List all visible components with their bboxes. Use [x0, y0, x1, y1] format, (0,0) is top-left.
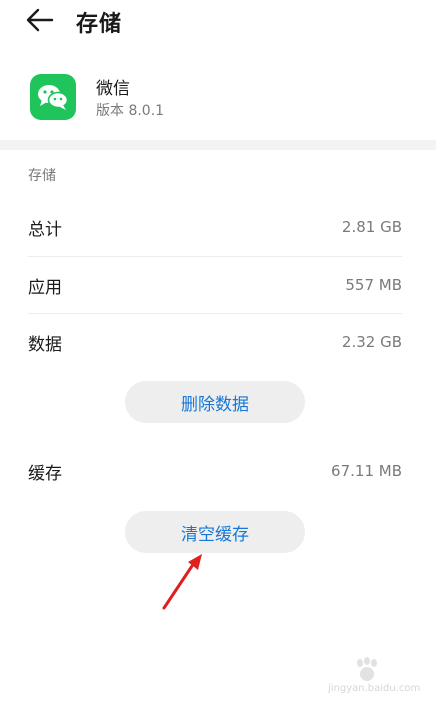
top-app-bar: 存储 — [0, 0, 436, 40]
app-version: 版本 8.0.1 — [96, 103, 165, 119]
watermark-text: jingyan.baidu.com — [328, 683, 421, 694]
baidu-watermark: jingyan.baidu.com — [322, 655, 422, 701]
app-name: 微信 — [96, 79, 130, 99]
storage-row-total: 总计 2.81 GB — [28, 198, 402, 256]
baidu-paw-icon — [357, 657, 377, 681]
delete-data-button[interactable]: 删除数据 — [125, 381, 305, 423]
row-value: 2.81 GB — [341, 218, 402, 236]
storage-row-app: 应用 557 MB — [28, 256, 402, 314]
row-label: 缓存 — [28, 463, 62, 484]
storage-section-label: 存储 — [28, 168, 56, 184]
app-info-header: 微信 版本 8.0.1 — [0, 50, 436, 140]
red-annotation-arrow-icon — [162, 554, 202, 610]
back-button[interactable] — [22, 4, 58, 36]
back-arrow-icon — [26, 8, 54, 32]
row-label: 数据 — [28, 334, 62, 355]
row-label: 应用 — [28, 277, 62, 298]
page-title: 存储 — [76, 12, 123, 37]
row-label: 总计 — [28, 219, 62, 240]
row-value: 67.11 MB — [331, 462, 402, 480]
wechat-app-icon — [30, 74, 76, 120]
row-value: 557 MB — [345, 276, 402, 294]
storage-row-data: 数据 2.32 GB — [28, 313, 402, 371]
clear-cache-button[interactable]: 清空缓存 — [125, 511, 305, 553]
cache-row: 缓存 67.11 MB — [28, 442, 402, 500]
section-divider — [0, 140, 436, 150]
row-value: 2.32 GB — [341, 333, 402, 351]
